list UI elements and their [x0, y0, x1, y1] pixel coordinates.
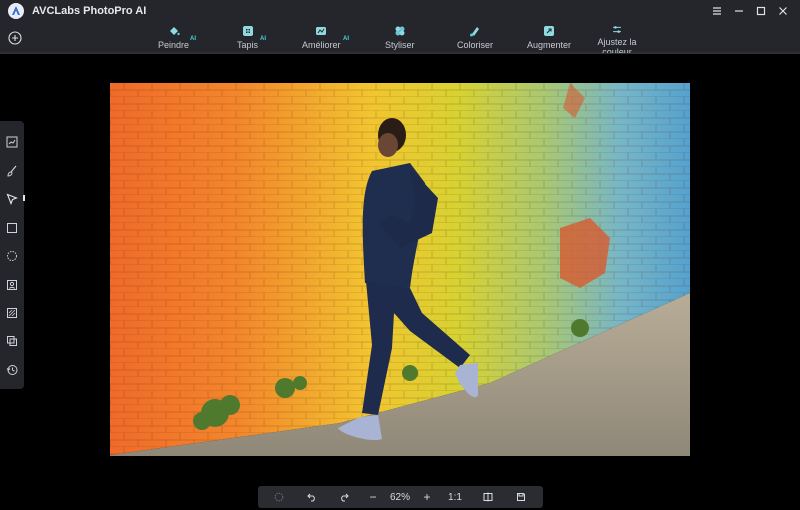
tool-stylize[interactable]: Styliser — [385, 23, 415, 53]
photo-canvas[interactable] — [110, 83, 690, 456]
menu-icon[interactable] — [706, 0, 728, 22]
tool-upscale-label: Augmenter — [527, 40, 572, 50]
zoom-level: 62% — [389, 491, 410, 503]
tool-carpet[interactable]: Tapis AI — [237, 23, 266, 53]
compare-icon[interactable] — [481, 486, 495, 508]
tool-stylize-label: Styliser — [385, 40, 415, 50]
window-controls — [706, 0, 794, 22]
enhance-icon — [316, 27, 327, 35]
tool-enhance-label: Améliorer — [302, 40, 341, 50]
layers-icon[interactable] — [6, 334, 18, 346]
portrait-icon[interactable] — [6, 278, 18, 290]
history-icon[interactable] — [6, 363, 18, 375]
main-toolbar: Peindre AI Tapis AI Améliorer AI Stylise… — [0, 22, 800, 54]
bottom-zoom-bar: − 62% + 1:1 — [258, 486, 543, 508]
mask-icon[interactable] — [6, 306, 18, 318]
minimize-icon[interactable] — [728, 0, 750, 22]
histogram-icon[interactable] — [6, 135, 18, 148]
upscale-icon — [544, 26, 555, 36]
undo-icon[interactable] — [305, 486, 319, 508]
tool-upscale[interactable]: Augmenter — [527, 23, 571, 53]
ai-badge: AI — [190, 36, 196, 42]
paint-bucket-icon — [169, 27, 180, 36]
close-icon[interactable] — [772, 0, 794, 22]
rect-select-icon[interactable] — [6, 221, 18, 233]
active-tool-indicator — [23, 195, 25, 201]
ai-badge: AI — [260, 36, 266, 42]
zoom-in-button[interactable]: + — [420, 486, 434, 508]
select-arrow-icon[interactable] — [6, 192, 19, 206]
zoom-out-button[interactable]: − — [366, 486, 380, 508]
loading-icon — [272, 486, 286, 508]
photo-image — [110, 83, 690, 456]
stylize-icon — [395, 26, 405, 36]
tool-paint-label: Peindre — [158, 40, 190, 50]
left-tool-rail — [0, 121, 24, 389]
ellipse-select-icon[interactable] — [6, 249, 18, 261]
brush-icon[interactable] — [6, 164, 18, 177]
tool-paint[interactable]: Peindre AI — [158, 23, 196, 53]
tool-colorize-label: Coloriser — [457, 40, 494, 50]
tool-carpet-label: Tapis — [237, 40, 259, 50]
actual-size-button[interactable]: 1:1 — [444, 486, 466, 508]
app-title: AVCLabs PhotoPro AI — [32, 5, 147, 17]
app-logo-icon — [8, 3, 24, 19]
pattern-icon — [242, 26, 253, 36]
save-icon[interactable] — [514, 486, 528, 508]
tool-adjust-color-label: Ajustez la couleur — [597, 37, 637, 53]
tool-colorize[interactable]: Coloriser — [457, 23, 493, 53]
colorize-icon — [470, 27, 479, 37]
redo-icon[interactable] — [337, 486, 351, 508]
ai-badge: AI — [343, 36, 349, 42]
tool-adjust-color[interactable]: Ajustez la couleur — [592, 23, 642, 53]
add-image-icon[interactable] — [8, 31, 22, 45]
sliders-icon — [613, 26, 621, 33]
maximize-icon[interactable] — [750, 0, 772, 22]
title-bar: AVCLabs PhotoPro AI — [0, 0, 800, 22]
tool-enhance[interactable]: Améliorer AI — [302, 23, 349, 53]
